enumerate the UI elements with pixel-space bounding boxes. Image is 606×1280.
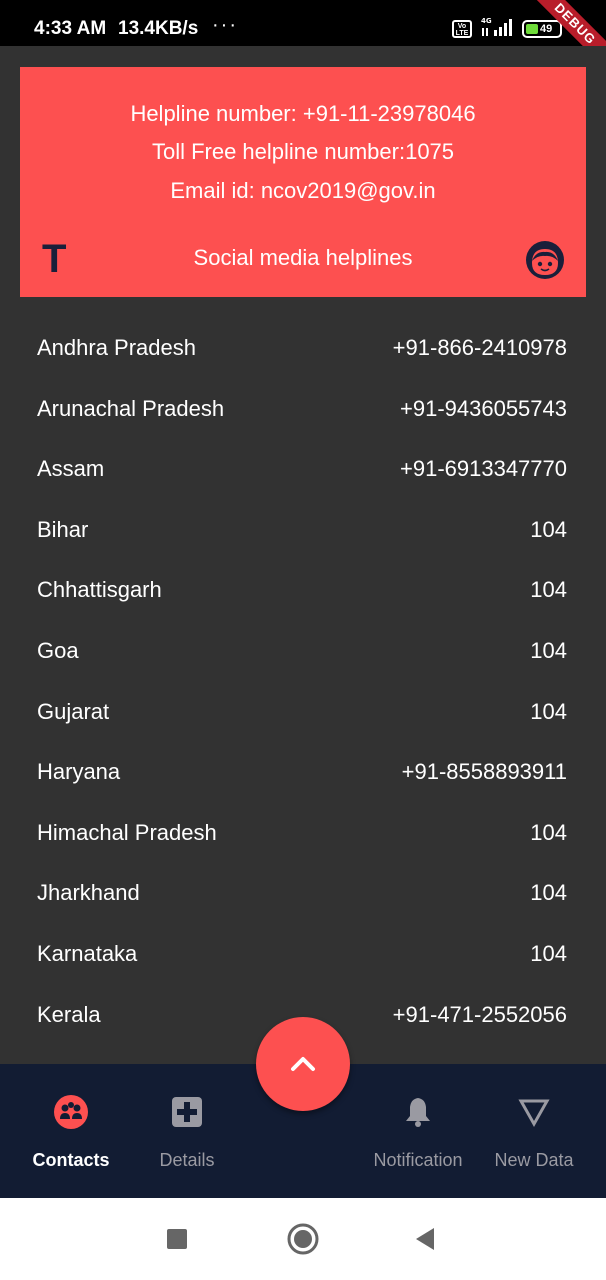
medical-cross-icon — [172, 1097, 202, 1127]
phone-number[interactable]: +91-471-2552056 — [393, 1002, 567, 1028]
state-helpline-list: Andhra Pradesh +91-866-2410978 Arunachal … — [0, 318, 606, 1045]
list-item[interactable]: Karnataka 104 — [0, 924, 606, 985]
state-name: Kerala — [37, 1001, 101, 1027]
list-item[interactable]: Gujarat 104 — [0, 682, 606, 743]
state-name: Assam — [37, 456, 105, 482]
back-button[interactable] — [410, 1198, 440, 1280]
helpline-number[interactable]: Helpline number: +91-11-23978046 — [20, 101, 586, 127]
nav-contacts[interactable]: Contacts — [20, 1064, 122, 1198]
nav-notification-label: Notification — [373, 1150, 463, 1170]
phone-number[interactable]: 104 — [530, 577, 567, 603]
home-button[interactable] — [285, 1198, 321, 1280]
list-item[interactable]: Bihar 104 — [0, 500, 606, 561]
helpline-email[interactable]: Email id: ncov2019@gov.in — [20, 178, 586, 204]
nav-details[interactable]: Details — [145, 1064, 229, 1198]
contacts-icon — [54, 1095, 88, 1129]
app-screen: 4:33 AM 13.4KB/s ··· Vo LTE 4G 49 DEBUG H… — [0, 0, 606, 1280]
svg-text:4G: 4G — [481, 17, 492, 25]
phone-number[interactable]: 104 — [530, 941, 567, 967]
state-name: Jharkhand — [37, 880, 140, 906]
social-media-label: Social media helplines — [193, 245, 413, 270]
nav-new-data-label: New Data — [494, 1150, 574, 1170]
list-item[interactable]: Jharkhand 104 — [0, 863, 606, 924]
list-item[interactable]: Himachal Pradesh 104 — [0, 803, 606, 864]
phone-number[interactable]: 104 — [530, 638, 567, 664]
list-item[interactable]: Goa 104 — [0, 621, 606, 682]
helpline-card: Helpline number: +91-11-23978046 Toll Fr… — [20, 67, 586, 297]
list-item[interactable]: Assam +91-6913347770 — [0, 439, 606, 500]
list-item[interactable]: Arunachal Pradesh +91-9436055743 — [0, 379, 606, 440]
recents-button[interactable] — [162, 1198, 192, 1280]
status-bar: 4:33 AM 13.4KB/s ··· Vo LTE 4G 49 DEBUG — [0, 0, 606, 46]
social-media-row: T Social media helplines — [20, 237, 586, 281]
toll-free-number[interactable]: Toll Free helpline number:1075 — [20, 139, 586, 165]
state-name: Himachal Pradesh — [37, 819, 217, 845]
state-name: Karnataka — [37, 940, 138, 966]
state-name: Haryana — [37, 759, 121, 785]
state-name: Andhra Pradesh — [37, 335, 196, 360]
volte-icon: Vo LTE — [452, 20, 472, 38]
battery-percent: 49 — [540, 23, 553, 35]
phone-number[interactable]: +91-9436055743 — [400, 396, 567, 422]
state-name: Gujarat — [37, 698, 110, 724]
battery-level — [526, 24, 538, 34]
state-name: Chhattisgarh — [37, 577, 162, 603]
state-name: Arunachal Pradesh — [37, 395, 225, 421]
face-icon[interactable] — [524, 239, 566, 281]
bell-icon — [406, 1098, 430, 1127]
list-item[interactable]: Andhra Pradesh +91-866-2410978 — [0, 318, 606, 379]
triangle-down-icon — [518, 1099, 550, 1128]
phone-number[interactable]: 104 — [530, 820, 567, 846]
scroll-up-button[interactable] — [256, 1017, 350, 1111]
network-speed: 13.4KB/s — [118, 18, 199, 39]
nav-new-data[interactable]: New Data — [486, 1064, 582, 1198]
status-time: 4:33 AM — [34, 18, 107, 39]
phone-number[interactable]: +91-866-2410978 — [393, 335, 567, 361]
phone-number[interactable]: 104 — [530, 699, 567, 725]
nav-contacts-label: Contacts — [32, 1150, 110, 1170]
phone-number[interactable]: 104 — [530, 880, 567, 906]
list-item[interactable]: Chhattisgarh 104 — [0, 560, 606, 621]
battery-icon: 49 — [522, 20, 562, 38]
chevron-up-icon — [291, 1057, 315, 1071]
state-name: Bihar — [37, 516, 89, 542]
system-navigation-bar — [0, 1198, 606, 1280]
nav-notification[interactable]: Notification — [362, 1064, 474, 1198]
signal-icon: 4G — [481, 17, 512, 36]
state-name: Goa — [37, 637, 79, 663]
phone-number[interactable]: 104 — [530, 517, 567, 543]
more-notifications-icon: ··· — [212, 14, 238, 36]
list-item[interactable]: Haryana +91-8558893911 — [0, 742, 606, 803]
phone-number[interactable]: +91-6913347770 — [400, 456, 567, 482]
nav-details-label: Details — [159, 1150, 215, 1170]
phone-number[interactable]: +91-8558893911 — [402, 759, 567, 785]
